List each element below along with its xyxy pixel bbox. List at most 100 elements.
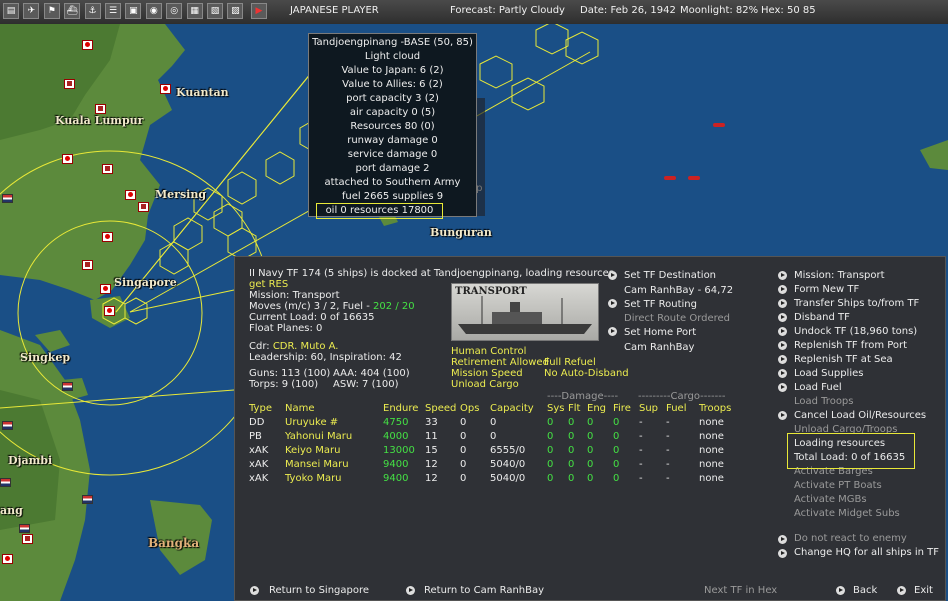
allied-flag-icon[interactable]: [2, 421, 13, 430]
change-hq-button[interactable]: Change HQ for all ships in TF: [794, 546, 939, 559]
base-marker[interactable]: [62, 154, 73, 164]
report-icon[interactable]: ▦: [186, 3, 203, 19]
ship-name-link[interactable]: Tyoko Maru: [285, 472, 342, 485]
table-cell: 0: [613, 417, 620, 428]
arrow-icon: [778, 369, 787, 378]
map-label-bunguran: Bunguran: [430, 226, 492, 239]
base-marker[interactable]: [2, 554, 13, 564]
next-tf-button[interactable]: Next TF in Hex: [704, 584, 777, 597]
column-header: Ops: [460, 403, 480, 414]
base-marker[interactable]: [82, 260, 93, 270]
table-cell: -: [639, 431, 643, 442]
base-marker[interactable]: [22, 534, 33, 544]
unload-cargo-toggle[interactable]: Unload Cargo: [451, 378, 519, 391]
no-auto-disband-toggle[interactable]: No Auto-Disband: [544, 367, 629, 380]
intel-icon[interactable]: ◉: [145, 3, 162, 19]
torps-label: Torps: 9 (100): [249, 379, 319, 390]
exit-button[interactable]: Exit: [914, 584, 933, 597]
allied-flag-icon[interactable]: [82, 495, 93, 504]
allied-flag-icon[interactable]: [2, 194, 13, 203]
tooltip-line: fuel 2665 supplies 9: [341, 191, 444, 202]
table-cell: 0: [568, 473, 575, 484]
set-routing-button[interactable]: Set TF Routing: [624, 298, 697, 311]
table-cell: -: [666, 459, 670, 470]
base-marker[interactable]: [160, 84, 171, 94]
moonlight-label: Moonlight: 82%: [680, 5, 759, 16]
table-cell: 0: [613, 459, 620, 470]
set-home-port-button[interactable]: Set Home Port: [624, 326, 696, 339]
base-marker[interactable]: [100, 284, 111, 294]
base-marker[interactable]: [138, 202, 149, 212]
map-label-singapore: Singapore: [114, 276, 177, 289]
arrow-icon: [778, 299, 787, 308]
map-icon[interactable]: ▤: [3, 3, 19, 19]
allied-flag-icon[interactable]: [19, 524, 30, 533]
arrow-icon: [608, 327, 617, 336]
base-marker[interactable]: [64, 79, 75, 89]
do-not-react-toggle[interactable]: Do not react to enemy: [794, 532, 907, 545]
table-cell: 0: [460, 459, 467, 470]
return-cam-ranh-button[interactable]: Return to Cam RanhBay: [424, 584, 544, 597]
tooltip-line: air capacity 0 (5): [349, 107, 436, 118]
info-icon[interactable]: ▨: [227, 3, 244, 19]
globe-icon[interactable]: ◎: [166, 3, 183, 19]
table-cell: none: [699, 417, 724, 428]
table-cell: 0: [490, 417, 497, 428]
ship-icon[interactable]: ⛴: [64, 3, 81, 19]
allied-flag-icon[interactable]: [0, 478, 11, 487]
table-cell: DD: [249, 417, 265, 428]
ship-icon[interactable]: [664, 176, 676, 180]
ship-icon[interactable]: [713, 123, 725, 127]
ship-name-link[interactable]: Keiyo Maru: [285, 444, 340, 457]
ship-name-link[interactable]: Yahonui Maru: [285, 430, 352, 443]
ship-name-link[interactable]: Uruyuke #: [285, 416, 338, 429]
command-1[interactable]: Form New TF: [794, 283, 859, 296]
column-header: Type: [249, 403, 272, 414]
table-cell: 0: [460, 473, 467, 484]
port-icon[interactable]: ⚓: [84, 3, 101, 19]
command-8[interactable]: Load Fuel: [794, 381, 842, 394]
table-cell: 33: [425, 417, 438, 428]
command-7[interactable]: Load Supplies: [794, 367, 863, 380]
table-cell: xAK: [249, 473, 269, 484]
map-label-bangka: Bangka: [148, 536, 200, 550]
return-singapore-button[interactable]: Return to Singapore: [269, 584, 369, 597]
leadership-label: Leadership: 60, Inspiration: 42: [249, 352, 402, 363]
command-2[interactable]: Transfer Ships to/from TF: [794, 297, 919, 310]
table-cell: 4750: [383, 417, 409, 428]
base-marker[interactable]: [102, 164, 113, 174]
base-marker[interactable]: [102, 232, 113, 242]
arrow-icon: [778, 411, 787, 420]
command-4[interactable]: Undock TF (18,960 tons): [794, 325, 917, 338]
reinforce-icon[interactable]: ▧: [207, 3, 223, 19]
air-icon[interactable]: ✈: [23, 3, 40, 19]
column-header: Flt: [568, 403, 581, 414]
end-turn-icon[interactable]: ▶: [251, 3, 267, 19]
tooltip-line: Tandjoengpinang -BASE (50, 85): [312, 37, 473, 48]
ship-icon[interactable]: [688, 176, 700, 180]
table-cell: 6555/0: [490, 445, 526, 456]
ship-name-link[interactable]: Mansei Maru: [285, 458, 349, 471]
back-button[interactable]: Back: [853, 584, 877, 597]
base-marker[interactable]: [125, 190, 136, 200]
allied-flag-icon[interactable]: [62, 382, 73, 391]
task-icon[interactable]: ☰: [105, 3, 121, 19]
command-10[interactable]: Cancel Load Oil/Resources: [794, 409, 926, 422]
arrow-icon: [778, 383, 787, 392]
command-0[interactable]: Mission: Transport: [794, 269, 885, 282]
set-destination-button[interactable]: Set TF Destination: [624, 269, 716, 282]
table-cell: 9400: [383, 459, 409, 470]
column-header: Name: [285, 403, 315, 414]
base-marker[interactable]: [95, 104, 106, 114]
table-cell: 0: [547, 431, 554, 442]
ground-icon[interactable]: ⚑: [43, 3, 60, 19]
base-marker[interactable]: [104, 306, 115, 316]
command-5[interactable]: Replenish TF from Port: [794, 339, 907, 352]
base-marker[interactable]: [82, 40, 93, 50]
command-6[interactable]: Replenish TF at Sea: [794, 353, 893, 366]
tooltip-line: port damage 2: [355, 163, 430, 174]
base-icon[interactable]: ▣: [125, 3, 142, 19]
command-17: Activate Midget Subs: [794, 508, 900, 519]
ship-class-image: TRANSPORT: [451, 283, 599, 341]
command-3[interactable]: Disband TF: [794, 311, 850, 324]
